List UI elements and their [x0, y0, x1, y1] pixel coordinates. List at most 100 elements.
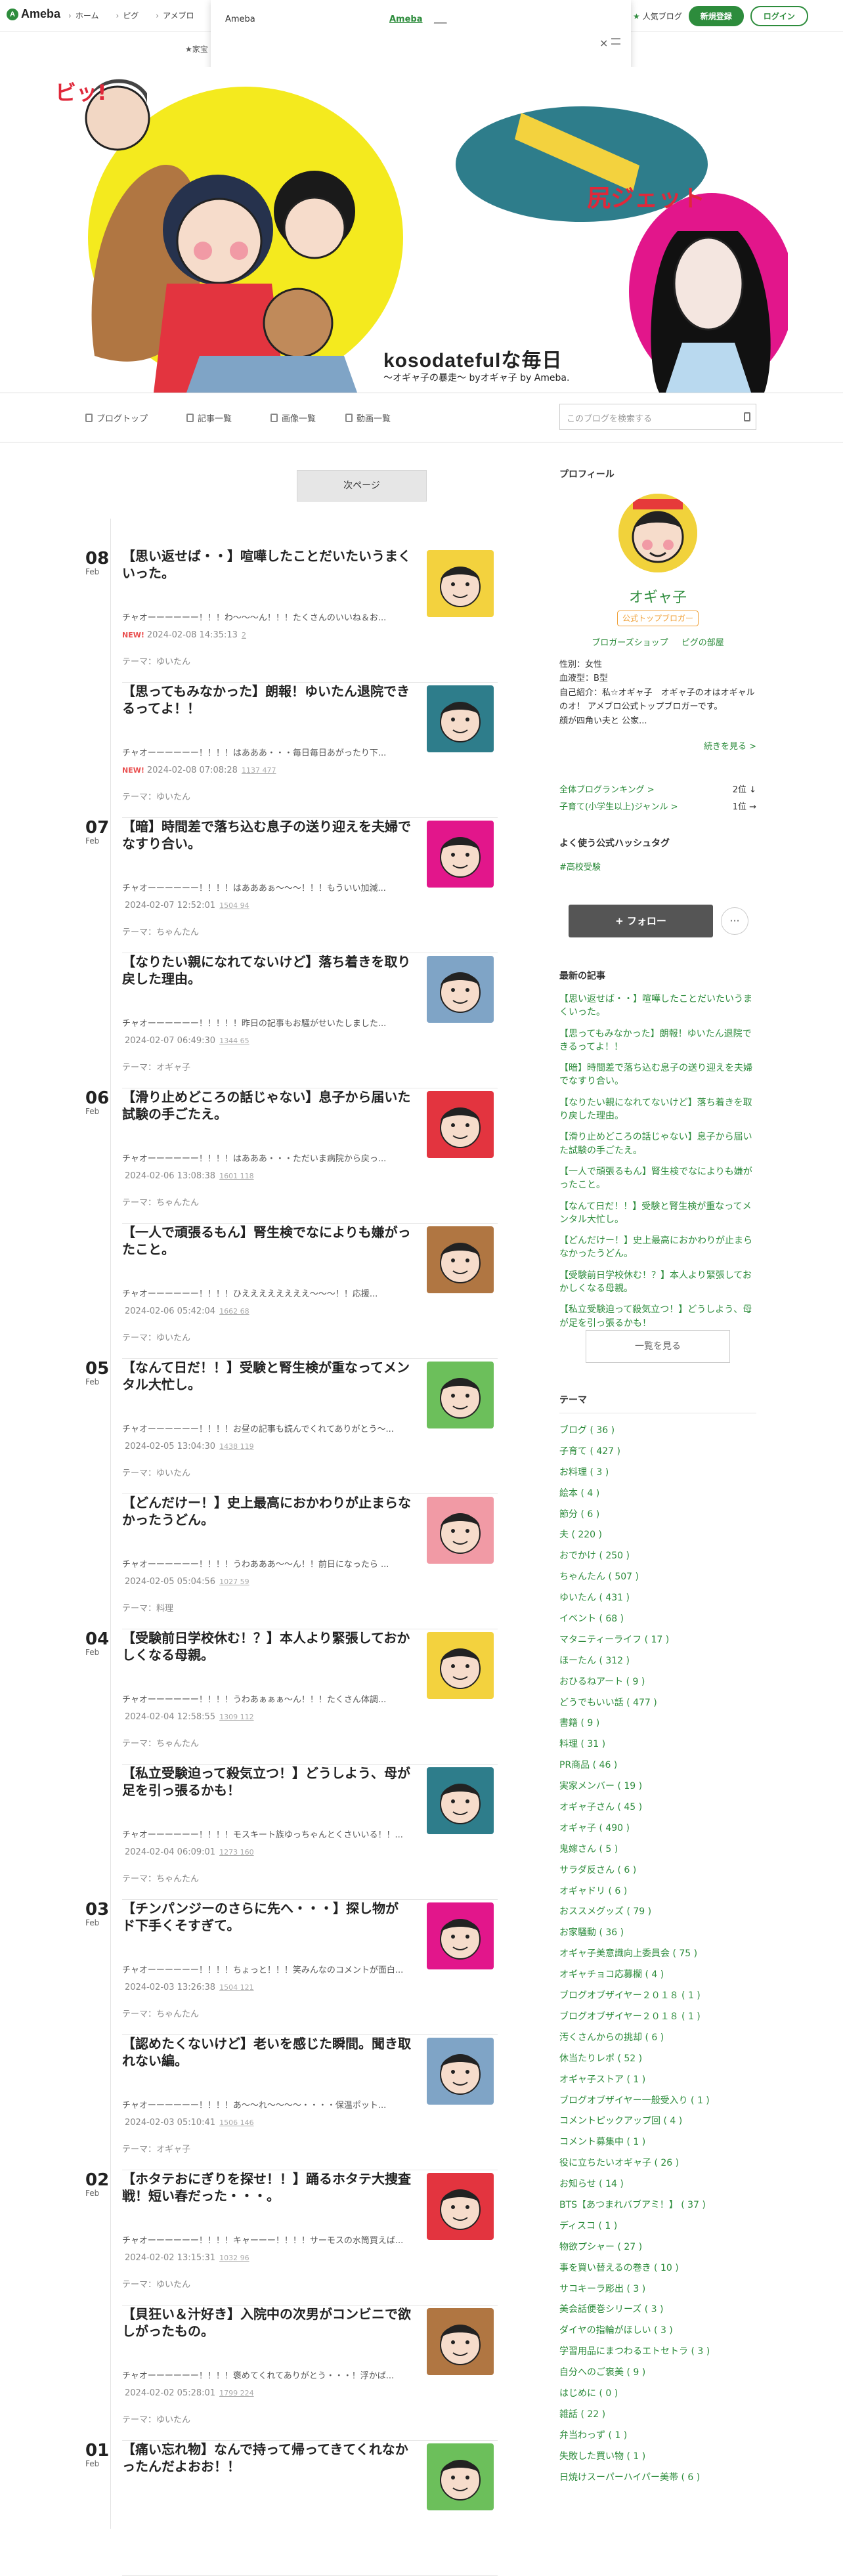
sub-link[interactable]: ★家宝 [185, 43, 208, 54]
post-theme[interactable]: テーマ：ゆいたん [122, 655, 190, 667]
latest-article-link[interactable]: 【思い返せば・・】喧嘩したことだいたいうまくいった。 [559, 993, 756, 1020]
theme-link[interactable]: オギャチョコ応募欄 ( 4 ) [559, 1965, 756, 1986]
popular-blogs-link[interactable]: 人気ブログ [633, 11, 682, 22]
post-counts[interactable]: 1344 65 [219, 1037, 249, 1045]
theme-link[interactable]: 自分へのご褒美 ( 9 ) [559, 2363, 756, 2384]
latest-article-link[interactable]: 【どんだけー！】史上最高におかわりが止まらなかったうどん。 [559, 1234, 756, 1261]
post-title[interactable]: 【一人で頑張るもん】腎生検でなによりも嫌がったこと。 [122, 1224, 411, 1258]
theme-link[interactable]: サラダ反さん ( 6 ) [559, 1860, 756, 1881]
latest-article-link[interactable]: 【思ってもみなかった】朗報！ゆいたん退院できるってよ！！ [559, 1027, 756, 1054]
post-theme[interactable]: テーマ：ゆいたん [122, 2413, 190, 2425]
theme-link[interactable]: 雑話 ( 22 ) [559, 2405, 756, 2426]
post-theme[interactable]: テーマ：ゆいたん [122, 1466, 190, 1478]
theme-link[interactable]: BTS【あつまれバブアミ！】 ( 37 ) [559, 2195, 756, 2216]
nav-ameblo[interactable]: アメブロ [156, 10, 194, 21]
nav-image-list[interactable]: 画像一覧 [270, 412, 316, 424]
theme-link[interactable]: ちゃんたん ( 507 ) [559, 1567, 756, 1588]
post-item[interactable]: 【受験前日学校休む！？】本人より緊張しておかしくなる母親。 チャオーーーーーー！！… [122, 1629, 498, 1765]
post-theme[interactable]: テーマ：ちゃんたん [122, 1195, 199, 1208]
post-counts[interactable]: 1438 119 [219, 1442, 254, 1451]
theme-link[interactable]: 子育て ( 427 ) [559, 1442, 756, 1463]
theme-link[interactable]: 料理 ( 31 ) [559, 1734, 756, 1755]
post-item[interactable]: 【どんだけー！】史上最高におかわりが止まらなかったうどん。 チャオーーーーーー！！… [122, 1494, 498, 1629]
theme-link[interactable]: ブログオブザイヤー２０１８ ( 1 ) [559, 1986, 756, 2007]
post-item[interactable]: 【痛い忘れ物】なんで持って帰ってきてくれなかったんだよおお！！ [122, 2441, 498, 2576]
post-counts[interactable]: 1032 96 [219, 2254, 249, 2262]
post-title[interactable]: 【認めたくないけど】老いを感じた瞬間。聞き取れない編。 [122, 2035, 411, 2069]
theme-link[interactable]: ブログ ( 36 ) [559, 1421, 756, 1442]
theme-link[interactable]: PR商品 ( 46 ) [559, 1755, 756, 1776]
theme-link[interactable]: ダイヤの指輪がほしい ( 3 ) [559, 2321, 756, 2342]
post-thumbnail[interactable] [427, 2308, 494, 2375]
post-item[interactable]: 【思ってもみなかった】朗報！ゆいたん退院できるってよ！！ チャオーーーーーー！！！… [122, 683, 498, 818]
post-title[interactable]: 【私立受験迫って殺気立つ！】どうしよう、母が足を引っ張るかも！ [122, 1765, 411, 1799]
post-title[interactable]: 【貝狂い＆汁好き】入院中の次男がコンビニで欲しがったもの。 [122, 2306, 411, 2340]
post-thumbnail[interactable] [427, 2173, 494, 2240]
official-top-blogger-badge[interactable]: 公式トップブロガー [617, 611, 699, 626]
theme-link[interactable]: おひるねアート ( 9 ) [559, 1672, 756, 1693]
theme-link[interactable]: オギャ子美意識向上委員会 ( 75 ) [559, 1944, 756, 1965]
post-theme[interactable]: テーマ：ちゃんたん [122, 925, 199, 937]
post-counts[interactable]: 1273 160 [219, 1848, 254, 1857]
next-page-button[interactable]: 次ページ [297, 470, 427, 502]
theme-link[interactable]: 物欲プシャー ( 27 ) [559, 2237, 756, 2258]
post-title[interactable]: 【暗】時間差で落ち込む息子の送り迎えを夫婦でなすり合い。 [122, 818, 411, 852]
profile-name[interactable]: オギャ子 [559, 586, 756, 607]
theme-link[interactable]: どうでもいい話 ( 477 ) [559, 1693, 756, 1714]
menu-icon[interactable] [611, 38, 620, 45]
follow-button[interactable]: + フォロー [569, 905, 713, 937]
post-title[interactable]: 【なりたい親になれてないけど】落ち着きを取り戻した理由。 [122, 953, 411, 987]
post-thumbnail[interactable] [427, 1226, 494, 1293]
theme-link[interactable]: オギャ子ストア ( 1 ) [559, 2070, 756, 2091]
post-title[interactable]: 【思い返せば・・】喧嘩したことだいたいうまくいった。 [122, 547, 411, 582]
theme-link[interactable]: サコキーラ彫出 ( 3 ) [559, 2279, 756, 2300]
view-list-button[interactable]: 一覧を見る [586, 1330, 730, 1363]
login-button[interactable]: ログイン [750, 6, 808, 26]
popup-link-active[interactable]: Ameba [389, 14, 423, 24]
overall-ranking[interactable]: 全体ブログランキング >2位 ↓ [559, 783, 756, 795]
latest-article-link[interactable]: 【私立受験迫って殺気立つ！】どうしよう、母が足を引っ張るかも！ [559, 1303, 756, 1330]
nav-article-list[interactable]: 記事一覧 [186, 412, 232, 424]
nav-home[interactable]: ホーム [68, 10, 99, 21]
theme-link[interactable]: コメントピックアップ回 ( 4 ) [559, 2111, 756, 2132]
post-theme[interactable]: テーマ：ゆいたん [122, 790, 190, 802]
theme-link[interactable]: 事を買い替えるの巻き ( 10 ) [559, 2258, 756, 2279]
register-button[interactable]: 新規登録 [688, 6, 744, 26]
theme-link[interactable]: おススメグッズ ( 79 ) [559, 1902, 756, 1923]
latest-article-link[interactable]: 【なりたい親になれてないけど】落ち着きを取り戻した理由。 [559, 1096, 756, 1123]
nav-blog-top[interactable]: ブログトップ [85, 412, 148, 424]
post-thumbnail[interactable] [427, 2038, 494, 2105]
post-title[interactable]: 【痛い忘れ物】なんで持って帰ってきてくれなかったんだよおお！！ [122, 2441, 411, 2475]
read-more-link[interactable]: 続きを見る > [704, 739, 756, 752]
popup-link-other[interactable]: ___ [434, 14, 447, 24]
theme-link[interactable]: 美会話便巻シリーズ ( 3 ) [559, 2300, 756, 2321]
post-thumbnail[interactable] [427, 956, 494, 1023]
theme-link[interactable]: 鬼嫁さん ( 5 ) [559, 1839, 756, 1860]
theme-link[interactable]: 節分 ( 6 ) [559, 1505, 756, 1526]
theme-link[interactable]: 日焼けスーパーハイパー美帯 ( 6 ) [559, 2468, 756, 2489]
search-icon[interactable] [744, 412, 750, 421]
post-thumbnail[interactable] [427, 550, 494, 617]
post-item[interactable]: 【滑り止めどころの話じゃない】息子から届いた試験の手ごたえ。 チャオーーーーーー！… [122, 1088, 498, 1224]
post-thumbnail[interactable] [427, 1902, 494, 1969]
post-item[interactable]: 【なりたい親になれてないけど】落ち着きを取り戻した理由。 チャオーーーーーー！！！… [122, 953, 498, 1088]
post-thumbnail[interactable] [427, 1362, 494, 1428]
theme-link[interactable]: 実家メンバー ( 19 ) [559, 1776, 756, 1797]
pigg-room-link[interactable]: ピグの部屋 [681, 638, 724, 648]
theme-link[interactable]: お家騒動 ( 36 ) [559, 1923, 756, 1944]
post-thumbnail[interactable] [427, 685, 494, 752]
theme-link[interactable]: お知らせ ( 14 ) [559, 2174, 756, 2195]
theme-link[interactable]: はじめに ( 0 ) [559, 2384, 756, 2405]
post-theme[interactable]: テーマ：ゆいたん [122, 1331, 190, 1343]
post-thumbnail[interactable] [427, 1767, 494, 1834]
post-counts[interactable]: 1504 121 [219, 1983, 254, 1992]
latest-article-link[interactable]: 【暗】時間差で落ち込む息子の送り迎えを夫婦でなすり合い。 [559, 1062, 756, 1088]
post-title[interactable]: 【滑り止めどころの話じゃない】息子から届いた試験の手ごたえ。 [122, 1088, 411, 1123]
post-theme[interactable]: テーマ：ゆいたん [122, 2277, 190, 2290]
post-item[interactable]: 【認めたくないけど】老いを感じた瞬間。聞き取れない編。 チャオーーーーーー！！！！… [122, 2035, 498, 2170]
theme-link[interactable]: ゆいたん ( 431 ) [559, 1588, 756, 1609]
post-item[interactable]: 【私立受験迫って殺気立つ！】どうしよう、母が足を引っ張るかも！ チャオーーーーーー… [122, 1765, 498, 1900]
theme-link[interactable]: 書籍 ( 9 ) [559, 1713, 756, 1734]
theme-link[interactable]: イベント ( 68 ) [559, 1609, 756, 1630]
theme-link[interactable]: ディスコ ( 1 ) [559, 2216, 756, 2237]
